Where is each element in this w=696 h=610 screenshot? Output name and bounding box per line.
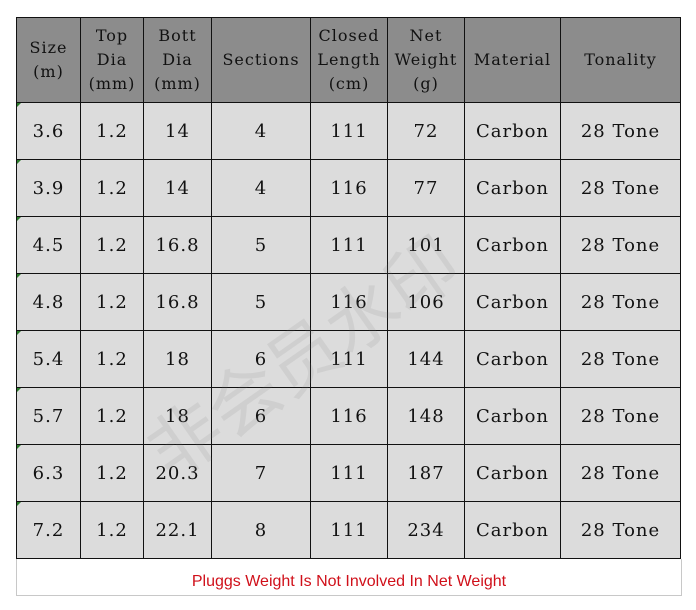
table-cell: 4: [211, 159, 311, 217]
table-cell: Carbon: [464, 444, 561, 502]
table-cell: 6.3: [16, 444, 81, 502]
table-cell: 18: [143, 330, 212, 388]
column-header: Net Weight (g): [387, 17, 465, 103]
table-cell: 1.2: [80, 444, 144, 502]
column-header: Sections: [211, 17, 311, 103]
table-cell: 111: [310, 501, 388, 559]
table-cell: 1.2: [80, 159, 144, 217]
table-cell: 28 Tone: [560, 216, 681, 274]
table-row: 5.4 1.2 18 6 111 144 Carbon 28 Tone: [16, 330, 681, 388]
column-header: Tonality: [560, 17, 681, 103]
table-cell: 144: [387, 330, 465, 388]
table-cell: 106: [387, 273, 465, 331]
table-row: 4.8 1.2 16.8 5 116 106 Carbon 28 Tone: [16, 273, 681, 331]
table-cell: 111: [310, 330, 388, 388]
table-cell: 1.2: [80, 273, 144, 331]
table-cell: 4.5: [16, 216, 81, 274]
table-cell: 111: [310, 216, 388, 274]
table-cell: 28 Tone: [560, 273, 681, 331]
table-cell: Carbon: [464, 273, 561, 331]
table-cell: Carbon: [464, 102, 561, 160]
column-header: Material: [464, 17, 561, 103]
table-cell: Carbon: [464, 501, 561, 559]
table-row: 3.6 1.2 14 4 111 72 Carbon 28 Tone: [16, 102, 681, 160]
table-cell: Carbon: [464, 216, 561, 274]
column-header: Size (m): [16, 17, 81, 103]
table-cell: 28 Tone: [560, 444, 681, 502]
table-row: 7.2 1.2 22.1 8 111 234 Carbon 28 Tone: [16, 501, 681, 559]
table-cell: 6: [211, 330, 311, 388]
table-cell: 77: [387, 159, 465, 217]
footer-note: Pluggs Weight Is Not Involved In Net Wei…: [16, 559, 682, 596]
table-cell: 14: [143, 159, 212, 217]
table-cell: 16.8: [143, 216, 212, 274]
table-cell: 6: [211, 387, 311, 445]
table-cell: 14: [143, 102, 212, 160]
table-cell: 5.7: [16, 387, 81, 445]
table-cell: 1.2: [80, 216, 144, 274]
table-cell: 18: [143, 387, 212, 445]
table-cell: 5: [211, 216, 311, 274]
table-cell: 3.9: [16, 159, 81, 217]
table-cell: 148: [387, 387, 465, 445]
table-cell: Carbon: [464, 159, 561, 217]
table-cell: 116: [310, 273, 388, 331]
table-cell: Carbon: [464, 330, 561, 388]
table-cell: 28 Tone: [560, 387, 681, 445]
table-cell: 5.4: [16, 330, 81, 388]
table-cell: 111: [310, 444, 388, 502]
column-header: Bott Dia (mm): [143, 17, 212, 103]
table-cell: 1.2: [80, 501, 144, 559]
table-cell: 111: [310, 102, 388, 160]
table-cell: 1.2: [80, 330, 144, 388]
table-cell: 4: [211, 102, 311, 160]
table-cell: 72: [387, 102, 465, 160]
table-row: 5.7 1.2 18 6 116 148 Carbon 28 Tone: [16, 387, 681, 445]
spec-table: Size (m) Top Dia (mm) Bott Dia (mm) Section…: [16, 17, 681, 559]
table-cell: 116: [310, 159, 388, 217]
table-cell: 28 Tone: [560, 501, 681, 559]
column-header: Top Dia (mm): [80, 17, 144, 103]
table-cell: 22.1: [143, 501, 212, 559]
table-cell: 116: [310, 387, 388, 445]
table-row: 4.5 1.2 16.8 5 111 101 Carbon 28 Tone: [16, 216, 681, 274]
table-cell: 7: [211, 444, 311, 502]
table-cell: 7.2: [16, 501, 81, 559]
column-header: Closed Length (cm): [310, 17, 388, 103]
table-cell: 1.2: [80, 387, 144, 445]
table-cell: 234: [387, 501, 465, 559]
table-row: 3.9 1.2 14 4 116 77 Carbon 28 Tone: [16, 159, 681, 217]
table-cell: 1.2: [80, 102, 144, 160]
table-cell: 101: [387, 216, 465, 274]
table-row: 6.3 1.2 20.3 7 111 187 Carbon 28 Tone: [16, 444, 681, 502]
table-cell: 8: [211, 501, 311, 559]
table-cell: 5: [211, 273, 311, 331]
table-cell: 16.8: [143, 273, 212, 331]
table-cell: 28 Tone: [560, 330, 681, 388]
table-cell: Carbon: [464, 387, 561, 445]
table-cell: 187: [387, 444, 465, 502]
table-cell: 20.3: [143, 444, 212, 502]
header-row: Size (m) Top Dia (mm) Bott Dia (mm) Section…: [16, 17, 681, 103]
table-cell: 28 Tone: [560, 102, 681, 160]
table-cell: 4.8: [16, 273, 81, 331]
table-cell: 3.6: [16, 102, 81, 160]
table-cell: 28 Tone: [560, 159, 681, 217]
